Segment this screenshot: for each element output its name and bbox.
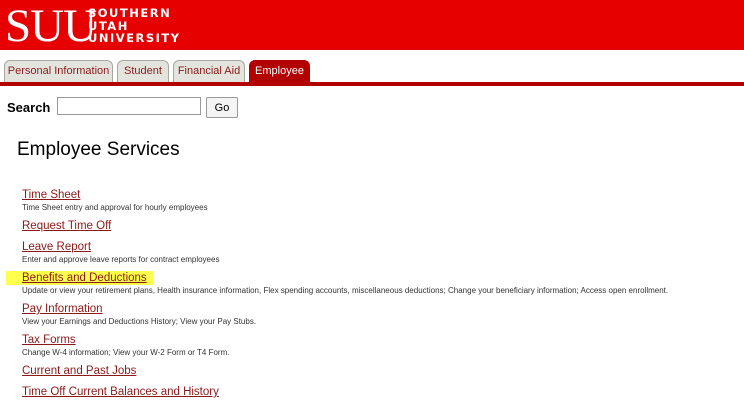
pay-information-description: View your Earnings and Deductions Histor… bbox=[22, 317, 257, 326]
tab-student[interactable]: Student bbox=[117, 60, 169, 82]
benefits-and-deductions-description: Update or view your retirement plans, He… bbox=[22, 286, 669, 295]
leave-report-description: Enter and approve leave reports for cont… bbox=[22, 255, 220, 264]
search-input[interactable] bbox=[57, 97, 201, 115]
suu-logo: SUU bbox=[5, 0, 97, 52]
go-button[interactable]: Go bbox=[206, 97, 238, 118]
time-sheet-link[interactable]: Time Sheet bbox=[22, 188, 80, 202]
tab-personal-information[interactable]: Personal Information bbox=[4, 60, 113, 82]
leave-report-link[interactable]: Leave Report bbox=[22, 240, 91, 254]
menu-item-tax-forms: Tax Forms Change W-4 information; View y… bbox=[22, 330, 744, 358]
menu-item-time-off-balances: Time Off Current Balances and History bbox=[22, 382, 744, 400]
header-banner: SUU SOUTHERN UTAH UNIVERSITY bbox=[0, 0, 744, 50]
tax-forms-description: Change W-4 information; View your W-2 Fo… bbox=[22, 348, 230, 357]
time-off-balances-link[interactable]: Time Off Current Balances and History bbox=[22, 385, 219, 399]
benefits-and-deductions-link[interactable]: Benefits and Deductions bbox=[6, 271, 153, 285]
menu-item-time-sheet: Time Sheet Time Sheet entry and approval… bbox=[22, 185, 744, 213]
tab-financial-aid[interactable]: Financial Aid bbox=[173, 60, 245, 82]
time-sheet-description: Time Sheet entry and approval for hourly… bbox=[22, 203, 208, 212]
university-name: SOUTHERN UTAH UNIVERSITY bbox=[88, 7, 181, 45]
employee-services-menu: Time Sheet Time Sheet entry and approval… bbox=[6, 185, 744, 403]
logo-line-university: UNIVERSITY bbox=[88, 31, 181, 45]
request-time-off-link[interactable]: Request Time Off bbox=[22, 219, 111, 233]
menu-item-benefits-and-deductions: Benefits and Deductions Update or view y… bbox=[6, 268, 744, 296]
search-label: Search bbox=[7, 100, 51, 115]
tab-employee[interactable]: Employee bbox=[249, 60, 310, 82]
menu-item-pay-information: Pay Information View your Earnings and D… bbox=[22, 299, 744, 327]
page-title: Employee Services bbox=[17, 139, 180, 160]
main-tab-bar: Personal Information Student Financial A… bbox=[0, 60, 744, 86]
current-and-past-jobs-link[interactable]: Current and Past Jobs bbox=[22, 364, 136, 378]
tax-forms-link[interactable]: Tax Forms bbox=[22, 333, 76, 347]
menu-item-request-time-off: Request Time Off bbox=[22, 216, 744, 234]
pay-information-link[interactable]: Pay Information bbox=[22, 302, 103, 316]
menu-item-leave-report: Leave Report Enter and approve leave rep… bbox=[22, 237, 744, 265]
logo-line-southern: SOUTHERN bbox=[88, 6, 172, 20]
menu-item-current-and-past-jobs: Current and Past Jobs bbox=[22, 361, 744, 379]
